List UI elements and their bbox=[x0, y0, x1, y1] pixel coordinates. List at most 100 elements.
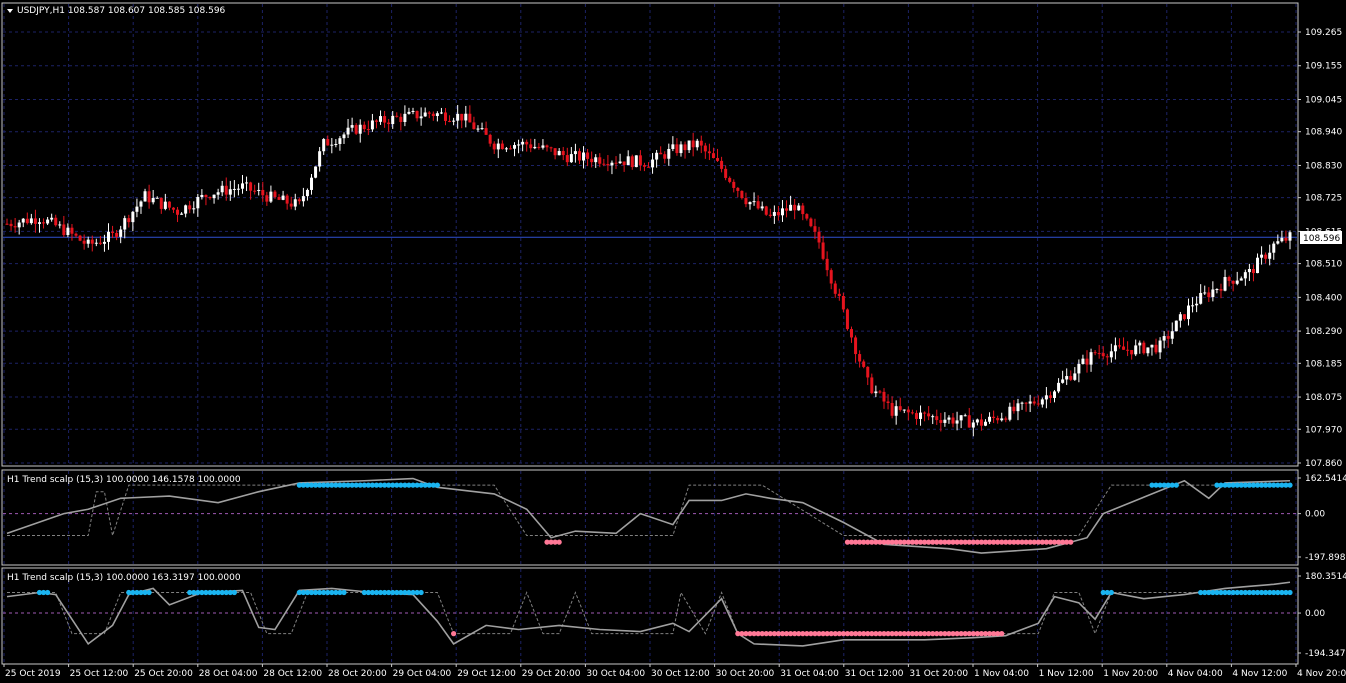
candle-body bbox=[1093, 352, 1097, 354]
candle-body bbox=[598, 157, 602, 164]
candle-body bbox=[1044, 395, 1048, 400]
candle-body bbox=[1284, 237, 1288, 241]
up-signal-dot bbox=[1108, 589, 1114, 596]
candle-body bbox=[992, 416, 996, 418]
trading-chart[interactable]: 109.265 109.155 109.045 108.940 108.830 108.7… bbox=[0, 0, 1346, 683]
indicator-tick-label: 0.00 bbox=[1305, 609, 1325, 619]
candle-body bbox=[1126, 349, 1130, 351]
candle-body bbox=[971, 422, 975, 428]
time-tick-label: 25 Oct 2019 bbox=[5, 669, 61, 679]
time-tick-label: 4 Nov 12:00 bbox=[1232, 669, 1287, 679]
candle-body bbox=[959, 415, 963, 421]
candle-body bbox=[647, 166, 650, 168]
candle-body bbox=[111, 231, 115, 233]
candle-body bbox=[232, 188, 236, 190]
candle-body bbox=[289, 203, 293, 207]
candle-body bbox=[1032, 401, 1036, 404]
candle-body bbox=[874, 391, 878, 394]
candle-body bbox=[135, 206, 139, 212]
candle-body bbox=[1178, 314, 1182, 321]
candle-body bbox=[50, 217, 54, 220]
candle-body bbox=[1260, 254, 1264, 258]
candle-body bbox=[314, 166, 318, 178]
candle-body bbox=[1057, 382, 1061, 392]
candle-body bbox=[387, 122, 391, 125]
price-tick-label: 108.075 bbox=[1305, 393, 1342, 403]
candle-body bbox=[338, 138, 342, 144]
candle-body bbox=[577, 151, 581, 161]
candle-body bbox=[98, 242, 102, 244]
candle bbox=[78, 234, 82, 242]
candle-body bbox=[988, 416, 992, 422]
candle-body bbox=[740, 190, 744, 199]
indicator-tick-label: 162.5414 bbox=[1305, 474, 1346, 484]
candle-body bbox=[411, 110, 415, 112]
candle-body bbox=[496, 143, 500, 150]
candle-body bbox=[910, 412, 914, 414]
up-signal-dot bbox=[1173, 482, 1179, 488]
candle-body bbox=[70, 227, 74, 234]
candle-body bbox=[330, 144, 334, 146]
candle-body bbox=[906, 409, 910, 413]
candle-body bbox=[594, 157, 598, 163]
candle-body bbox=[776, 212, 780, 216]
candle-body bbox=[975, 419, 979, 423]
candle-body bbox=[204, 194, 208, 198]
down-signal-dot bbox=[1068, 539, 1074, 545]
candle-body bbox=[793, 204, 797, 211]
candle-body bbox=[1020, 402, 1024, 404]
candle-body bbox=[200, 194, 204, 198]
candle-body bbox=[939, 420, 943, 423]
candle-body bbox=[772, 212, 776, 216]
candle-body bbox=[707, 151, 711, 154]
candle bbox=[634, 155, 638, 168]
candle-body bbox=[858, 354, 862, 362]
time-tick-label: 30 Oct 20:00 bbox=[716, 669, 775, 679]
candle-body bbox=[919, 412, 923, 419]
up-signal-dot bbox=[341, 589, 347, 596]
candle-body bbox=[679, 144, 683, 154]
candle-body bbox=[1256, 257, 1260, 274]
candle-body bbox=[768, 214, 772, 216]
candle-body bbox=[699, 140, 703, 146]
candle-body bbox=[610, 162, 614, 166]
candle-body bbox=[326, 139, 330, 146]
candle-body bbox=[1227, 277, 1231, 281]
price-tick-label: 108.725 bbox=[1305, 194, 1342, 204]
candle bbox=[1142, 340, 1146, 355]
candle bbox=[314, 166, 318, 179]
candle-body bbox=[334, 143, 338, 145]
candle-body bbox=[1158, 340, 1162, 353]
candle-body bbox=[825, 258, 829, 271]
candle-body bbox=[1247, 269, 1251, 273]
candle-body bbox=[346, 127, 350, 135]
candle-body bbox=[882, 391, 886, 402]
candle-body bbox=[1166, 336, 1170, 339]
candle-body bbox=[358, 124, 362, 134]
candle-body bbox=[764, 206, 768, 215]
candle-body bbox=[728, 177, 732, 182]
candle-body bbox=[1085, 358, 1089, 365]
candle-body bbox=[1040, 399, 1044, 405]
candle-body bbox=[504, 148, 508, 150]
candle-body bbox=[886, 401, 890, 404]
candle-body bbox=[582, 152, 586, 161]
time-tick-label: 30 Oct 12:00 bbox=[651, 669, 710, 679]
candle-body bbox=[1138, 342, 1142, 346]
time-tick-label: 28 Oct 12:00 bbox=[263, 669, 322, 679]
candle-body bbox=[1195, 303, 1199, 306]
candle-body bbox=[622, 161, 626, 166]
candle-body bbox=[927, 413, 931, 417]
candle-body bbox=[797, 205, 801, 211]
candle-body bbox=[1036, 403, 1040, 405]
candle-body bbox=[305, 189, 309, 197]
candle-body bbox=[606, 164, 610, 166]
candle-body bbox=[46, 219, 50, 224]
candle-body bbox=[513, 145, 517, 149]
candle-body bbox=[902, 409, 906, 411]
candle-body bbox=[898, 406, 902, 410]
candle-body bbox=[163, 201, 167, 209]
candle-body bbox=[1008, 406, 1012, 420]
candle-body bbox=[374, 120, 378, 122]
candle-body bbox=[362, 124, 366, 130]
